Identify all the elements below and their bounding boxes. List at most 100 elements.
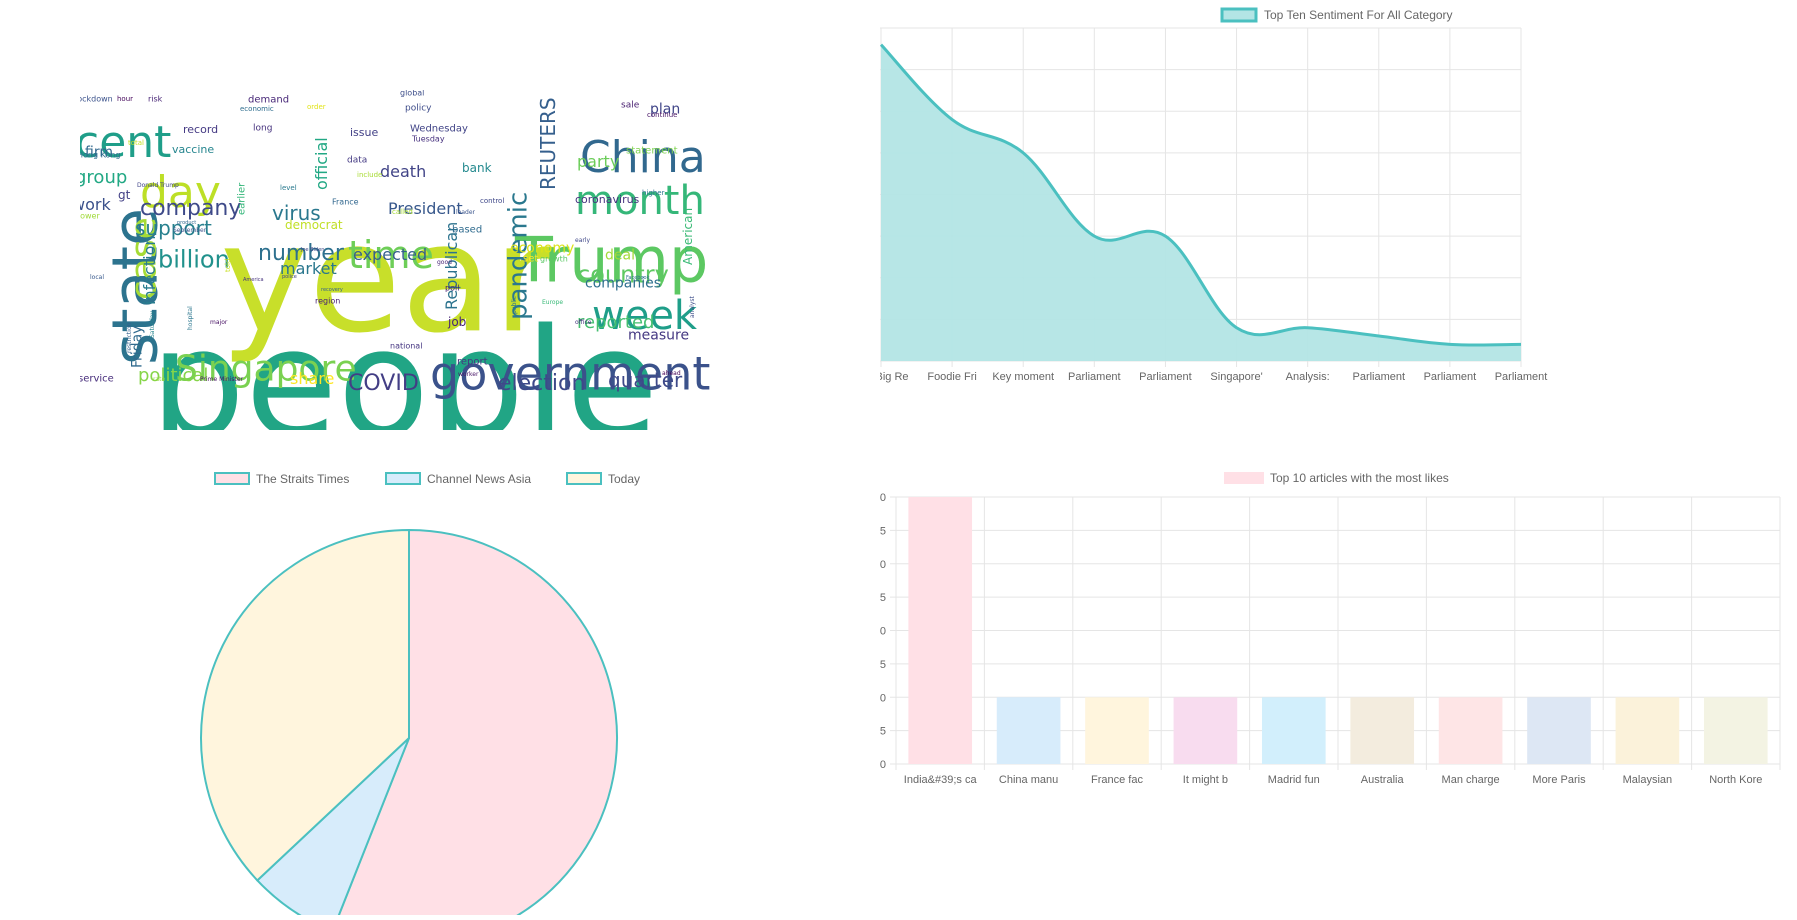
word-cloud-word: recovery [321, 287, 343, 293]
word-cloud-word: data [347, 156, 367, 166]
bar[interactable] [1615, 697, 1680, 764]
likes-bar-chart: Top 10 articles with the most likes 0 0.5… [871, 462, 1797, 915]
pie-legend-swatch [214, 472, 250, 485]
area-x-tick-label: Singapore' [1210, 371, 1262, 383]
area-x-tick-label: Key moment [992, 371, 1054, 383]
word-cloud-word: higher [642, 189, 665, 197]
bar-x-tick-label: Man charge [1442, 774, 1500, 786]
bar[interactable] [1085, 697, 1149, 764]
bar-y-tick-label: 2.0 [880, 626, 886, 638]
word-cloud-word: Europe [542, 299, 563, 306]
word-cloud-word: analyst [689, 296, 696, 319]
word-cloud-word: gt [118, 188, 131, 202]
area-x-tick-label: Parliament [1424, 371, 1477, 383]
area-legend-label: Top Ten Sentiment For All Category [1264, 8, 1453, 22]
bar-y-ticks: 0 0.5 1.0 1.5 2.0 2.5 3.0 3.5 4.0 [871, 492, 886, 771]
word-cloud-word: Facebook [626, 275, 650, 281]
word-cloud-word: sale [621, 101, 640, 111]
area-x-tick-label: Foodie Fri [927, 371, 977, 383]
word-cloud-word: office [575, 319, 592, 326]
bar-x-tick-label: Madrid fun [1268, 774, 1320, 786]
word-cloud-word: told [224, 259, 232, 272]
word-cloud-word: continue [647, 111, 677, 119]
word-cloud-word: report [457, 356, 488, 367]
pie-slices [200, 528, 618, 920]
bar-x-tick-label: France fac [1091, 774, 1143, 786]
word-cloud-word: measure [628, 328, 689, 344]
word-cloud-word: job [447, 315, 466, 329]
bar-legend-swatch [1224, 472, 1264, 484]
pie-legend-swatch [566, 472, 602, 485]
area-x-ticks: The Big Re Foodie Fri Key moment Parliament… [853, 371, 1548, 383]
word-cloud-word: earlier [236, 182, 247, 215]
word-cloud-word: risk [148, 95, 163, 104]
area-legend[interactable]: Top Ten Sentiment For All Category [1220, 7, 1453, 23]
area-x-tick-label: Parliament [1352, 371, 1405, 383]
word-cloud-word: COVID [348, 371, 419, 396]
word-cloud-word: long [253, 124, 272, 134]
pie-legend-label: The Straits Times [256, 472, 349, 486]
word-cloud-word: share [290, 369, 334, 388]
word-cloud-word: Wednesday [410, 123, 468, 134]
word-cloud-word: Prime Minister [200, 376, 244, 383]
bar-y-tick-label: 3.0 [880, 559, 886, 571]
word-cloud-word: America [243, 277, 264, 283]
word-cloud-word: political [138, 365, 208, 386]
sentiment-area-chart: Top Ten Sentiment For All Category 50556… [853, 0, 1797, 450]
word-cloud-word: September [173, 227, 207, 234]
bar[interactable] [1438, 697, 1503, 764]
bar-x-tick-label: Australia [1361, 774, 1405, 786]
word-cloud-word: economic [240, 105, 274, 113]
word-cloud-word: early [575, 237, 591, 244]
word-cloud-word: election [498, 371, 585, 396]
word-cloud-word: local [90, 274, 104, 281]
word-cloud-word: demand [248, 94, 289, 105]
word-cloud-word: Hong Kong [80, 151, 121, 160]
source-pie-svg: The Straits Times Channel News Asia Today [200, 472, 640, 920]
bar-x-tick-label: Malaysian [1623, 774, 1673, 786]
bar-x-tick-label: North Kore [1709, 774, 1762, 786]
word-cloud-word: democrat [285, 218, 343, 232]
word-cloud-word: billion [158, 246, 230, 274]
pie-legend-item[interactable]: Today [566, 472, 640, 486]
bar[interactable] [1173, 697, 1238, 764]
bar-legend-label: Top 10 articles with the most likes [1270, 471, 1449, 485]
word-cloud-word: called [392, 208, 413, 216]
bar-x-tick-label: China manu [999, 774, 1058, 786]
word-cloud-word: restriction [126, 322, 133, 353]
word-cloud-word: product [177, 220, 196, 226]
word-cloud-word: coronavirus [575, 193, 640, 206]
bar[interactable] [1261, 697, 1326, 764]
area-x-tick-label: Parliament [1139, 371, 1192, 383]
word-cloud-word: worker [458, 371, 479, 378]
bar[interactable] [1527, 697, 1591, 764]
area-legend-swatch [1220, 7, 1258, 23]
area-x-tick-label: Parliament [1495, 371, 1548, 383]
word-cloud-word: issue [350, 126, 378, 139]
word-cloud-word: lockdown [80, 95, 113, 104]
word-cloud-word: based [452, 224, 482, 235]
bar[interactable] [908, 497, 973, 764]
word-cloud-word: record [183, 123, 218, 136]
bar-legend[interactable]: Top 10 articles with the most likes [1224, 471, 1449, 485]
word-cloud-word: national [390, 342, 422, 351]
pie-legend-swatch [385, 472, 421, 485]
word-cloud-word: vaccine [172, 143, 214, 156]
bar[interactable] [996, 697, 1061, 764]
word-cloud-svg: yearpeopleTrumpstategovernmentChinacentd… [80, 90, 710, 430]
word-cloud-word: party [577, 152, 619, 171]
likes-bar-svg: Top 10 articles with the most likes 0 0.5… [871, 471, 1781, 786]
pie-legend: The Straits Times Channel News Asia Today [214, 472, 640, 486]
bar[interactable] [1703, 697, 1768, 764]
word-cloud-word: hospital [187, 306, 194, 330]
word-cloud-word: group [80, 167, 127, 188]
word-cloud-word: companies [585, 276, 661, 292]
bar[interactable] [1350, 697, 1415, 764]
pie-legend-label: Today [608, 472, 640, 486]
sentiment-area-svg: Top Ten Sentiment For All Category 50556… [853, 7, 1548, 383]
pie-legend-item[interactable]: Channel News Asia [385, 472, 531, 486]
bar-y-tick-label: 0.5 [880, 726, 886, 738]
word-cloud-word: ahead [662, 370, 681, 377]
area-x-tick-label: Analysis: [1286, 371, 1330, 383]
pie-legend-item[interactable]: The Straits Times [214, 472, 349, 486]
